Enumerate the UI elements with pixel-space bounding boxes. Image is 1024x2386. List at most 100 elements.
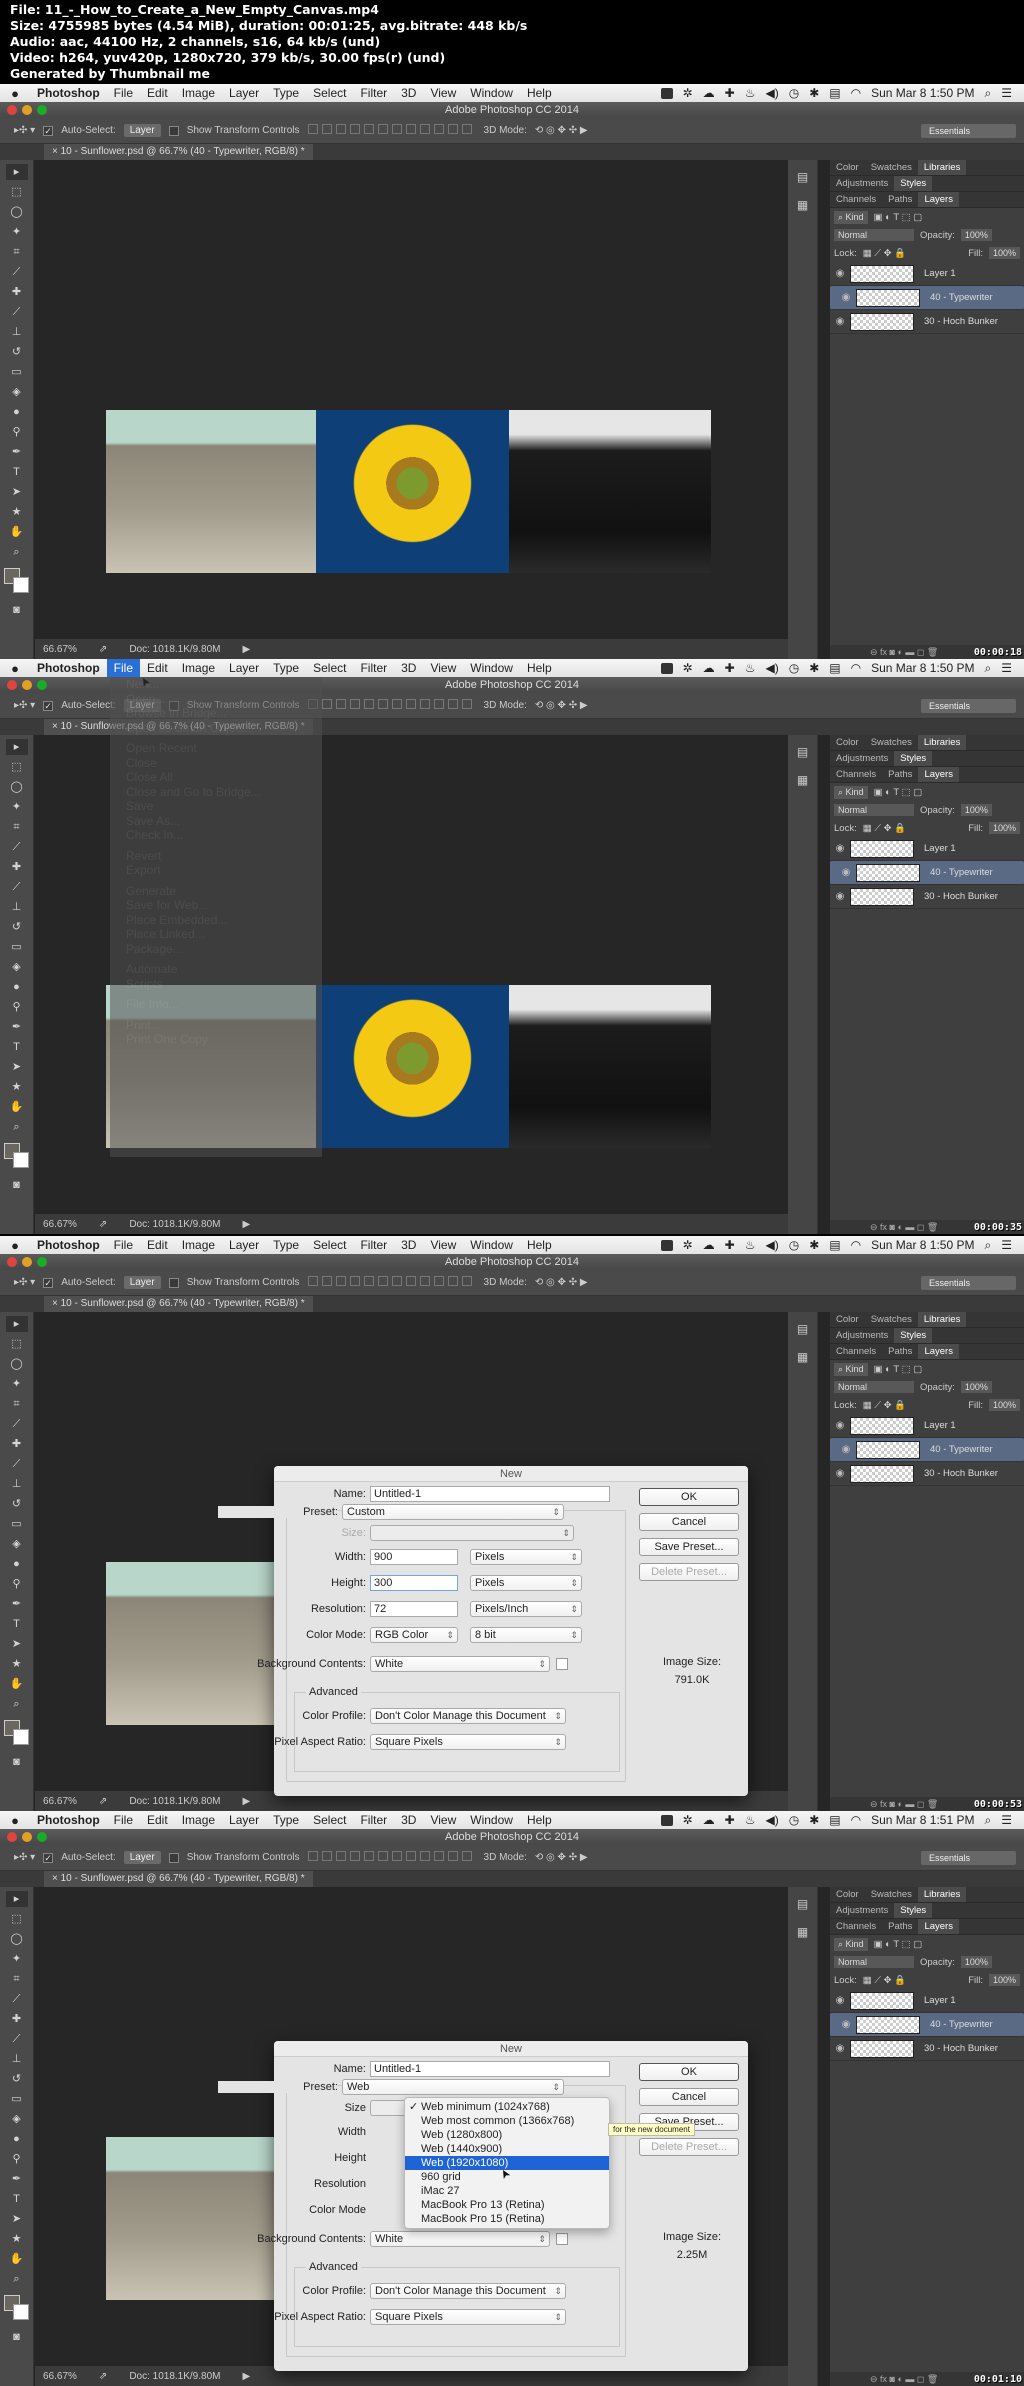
- file-menu-item[interactable]: Scripts: [110, 977, 322, 992]
- hand-tool-icon[interactable]: ✋: [6, 2251, 28, 2267]
- tab-adjustments[interactable]: Adjustments: [830, 176, 894, 191]
- clock[interactable]: Sun Mar 8 1:51 PM: [871, 1813, 974, 1827]
- dodge-tool-icon[interactable]: ⚲: [6, 999, 28, 1015]
- menu-file[interactable]: File: [107, 1811, 140, 1829]
- healing-tool-icon[interactable]: ✚: [6, 2011, 28, 2027]
- brush-tool-icon[interactable]: ⟋: [6, 2031, 28, 2047]
- menu-layer[interactable]: Layer: [222, 659, 266, 677]
- type-tool-icon[interactable]: T: [6, 464, 28, 480]
- marquee-tool-icon[interactable]: ⬚: [6, 759, 28, 775]
- preset-dropdown[interactable]: Web: [342, 2079, 564, 2095]
- align-left-icon[interactable]: [349, 1276, 360, 1286]
- opacity-field[interactable]: 100%: [960, 1956, 992, 1968]
- tab-swatches[interactable]: Swatches: [865, 1887, 918, 1902]
- filter-icons[interactable]: ▣ ◐ T ⬚ ▢: [874, 212, 923, 223]
- shape-tool-icon[interactable]: ★: [6, 504, 28, 520]
- flag-icon[interactable]: ▤: [829, 86, 840, 100]
- filter-kind-dropdown[interactable]: ⌕ Kind: [834, 210, 868, 224]
- color-mode-dropdown[interactable]: RGB Color: [370, 1627, 458, 1643]
- zoom-level[interactable]: 66.67%: [43, 1219, 77, 1230]
- flame-icon[interactable]: ♨: [745, 1238, 756, 1252]
- cloud-icon[interactable]: ☁: [703, 1238, 715, 1252]
- visibility-eye-icon[interactable]: ◉: [830, 891, 850, 902]
- tab-paths[interactable]: Paths: [882, 767, 918, 782]
- name-input[interactable]: Untitled-1: [370, 1486, 610, 1502]
- distribute-icon[interactable]: [447, 699, 458, 709]
- magic-wand-tool-icon[interactable]: ✦: [6, 1376, 28, 1392]
- bug-icon[interactable]: ✲: [683, 1238, 693, 1252]
- auto-align-icon[interactable]: [461, 1851, 472, 1861]
- blur-tool-icon[interactable]: ●: [6, 404, 28, 420]
- menu-file[interactable]: File: [107, 1236, 140, 1254]
- menu-image[interactable]: Image: [175, 1236, 222, 1254]
- tab-color[interactable]: Color: [830, 160, 865, 175]
- tab-layers[interactable]: Layers: [918, 192, 959, 207]
- menu-file[interactable]: File: [106, 659, 140, 677]
- background-color[interactable]: [12, 2304, 29, 2320]
- blur-tool-icon[interactable]: ●: [6, 2131, 28, 2147]
- zoom-window-button[interactable]: [37, 105, 47, 115]
- file-menu-item[interactable]: Close: [110, 756, 322, 771]
- file-menu-item[interactable]: Automate: [110, 962, 322, 977]
- height-input[interactable]: 300: [370, 1575, 458, 1591]
- bug-icon[interactable]: ✲: [683, 1813, 693, 1827]
- menu-image[interactable]: Image: [175, 84, 222, 102]
- camera-icon[interactable]: [660, 1814, 673, 1826]
- bug-icon[interactable]: ✲: [683, 661, 693, 675]
- bug-icon[interactable]: ✲: [683, 86, 693, 100]
- visibility-eye-icon[interactable]: ◉: [830, 843, 850, 854]
- menu-window[interactable]: Window: [463, 1811, 520, 1829]
- properties-icon[interactable]: ▦: [794, 198, 812, 216]
- auto-select-checkbox[interactable]: ✓: [43, 1852, 54, 1863]
- layer-row[interactable]: ◉ 40 - Typewriter: [830, 1438, 1024, 1462]
- show-transform-checkbox[interactable]: [168, 1277, 179, 1288]
- hand-tool-icon[interactable]: ✋: [6, 1676, 28, 1692]
- minimize-window-button[interactable]: [22, 105, 32, 115]
- layer-row[interactable]: ◉ Layer 1: [830, 1989, 1024, 2013]
- path-select-tool-icon[interactable]: ➤: [6, 2211, 28, 2227]
- move-tool-icon[interactable]: ▸: [5, 1891, 28, 1907]
- lock-icons[interactable]: ▦ ⟋ ✥ 🔒: [863, 248, 906, 259]
- file-menu-item[interactable]: Close All: [110, 770, 322, 785]
- blur-tool-icon[interactable]: ●: [6, 1556, 28, 1572]
- menu-3d[interactable]: 3D: [394, 1236, 423, 1254]
- layer-row[interactable]: ◉ 30 - Hoch Bunker: [830, 2037, 1024, 2061]
- bluetooth-icon[interactable]: ✱: [809, 661, 819, 675]
- camera-icon[interactable]: [660, 662, 673, 674]
- bluetooth-icon[interactable]: ✱: [809, 86, 819, 100]
- visibility-eye-icon[interactable]: ◉: [836, 1444, 856, 1455]
- layers-footer-icons[interactable]: ⊖ fx ◙ ◐ ▬ ◻ 🗑: [870, 1799, 938, 1809]
- menu-select[interactable]: Select: [306, 659, 353, 677]
- properties-icon[interactable]: ▦: [794, 1925, 812, 1943]
- share-icon[interactable]: ⇗: [99, 1796, 107, 1807]
- auto-select-checkbox[interactable]: ✓: [43, 700, 54, 711]
- close-window-button[interactable]: [7, 1257, 17, 1267]
- tab-libraries[interactable]: Libraries: [917, 1887, 967, 1902]
- history-icon[interactable]: ▤: [794, 1897, 812, 1915]
- file-menu-item[interactable]: Open...: [110, 692, 322, 707]
- pixel-aspect-dropdown[interactable]: Square Pixels: [370, 1734, 566, 1750]
- tab-layers[interactable]: Layers: [918, 767, 959, 782]
- menu-type[interactable]: Type: [266, 1236, 306, 1254]
- history-brush-tool-icon[interactable]: ↺: [6, 344, 28, 360]
- visibility-eye-icon[interactable]: ◉: [836, 867, 856, 878]
- properties-icon[interactable]: ▦: [794, 773, 812, 791]
- type-tool-icon[interactable]: T: [6, 1616, 28, 1632]
- flame-icon[interactable]: ♨: [745, 86, 756, 100]
- save-preset-button[interactable]: Save Preset...: [639, 1538, 739, 1556]
- time-machine-icon[interactable]: ◷: [789, 1238, 799, 1252]
- menu-photoshop[interactable]: Photoshop: [30, 659, 107, 677]
- distribute-icon[interactable]: [447, 124, 458, 134]
- share-icon[interactable]: ⇗: [99, 2371, 107, 2382]
- wifi-icon[interactable]: ◠: [851, 661, 861, 675]
- tab-adjustments[interactable]: Adjustments: [830, 1903, 894, 1918]
- visibility-eye-icon[interactable]: ◉: [830, 1468, 850, 1479]
- align-bottom-icon[interactable]: [335, 1851, 346, 1861]
- tab-paths[interactable]: Paths: [882, 1344, 918, 1359]
- cancel-button[interactable]: Cancel: [639, 1513, 739, 1531]
- move-tool-preset-icon[interactable]: ▸✣ ▾: [14, 1852, 35, 1863]
- wifi-icon[interactable]: ◠: [851, 1238, 861, 1252]
- tab-color[interactable]: Color: [830, 735, 865, 750]
- auto-align-icon[interactable]: [461, 699, 472, 709]
- time-machine-icon[interactable]: ◷: [789, 661, 799, 675]
